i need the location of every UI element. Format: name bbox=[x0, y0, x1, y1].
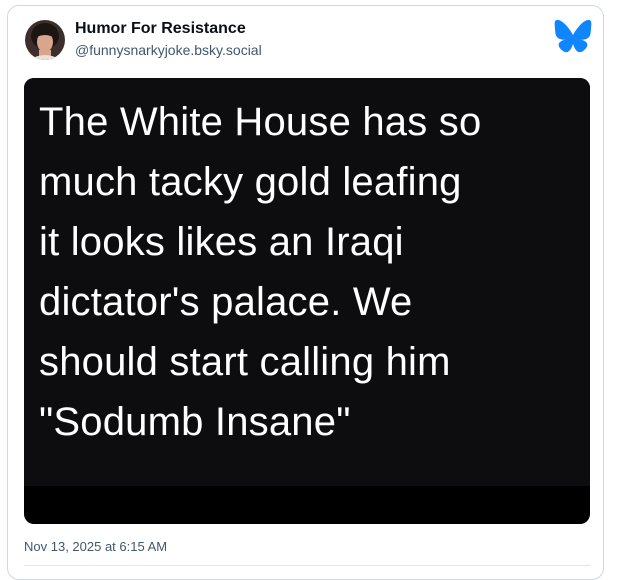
image-text-line: much tacky gold leafing bbox=[39, 160, 462, 204]
image-text-line: dictator's palace. We bbox=[39, 280, 413, 324]
image-text-line: should start calling him bbox=[39, 340, 451, 384]
post-card: Humor For Resistance @funnysnarkyjoke.bs… bbox=[7, 5, 604, 580]
image-text-line: "Sodumb Insane" bbox=[39, 400, 351, 444]
post-image[interactable]: The White House has so much tacky gold l… bbox=[24, 78, 590, 524]
avatar-image bbox=[25, 20, 65, 60]
author-avatar[interactable] bbox=[25, 20, 65, 60]
image-text-line: The White House has so bbox=[39, 100, 482, 144]
image-text-line: it looks likes an Iraqi bbox=[39, 220, 404, 264]
author-name[interactable]: Humor For Resistance bbox=[75, 20, 246, 38]
post-timestamp[interactable]: Nov 13, 2025 at 6:15 AM bbox=[24, 539, 167, 554]
author-handle[interactable]: @funnysnarkyjoke.bsky.social bbox=[75, 42, 262, 58]
post-image-text: The White House has so much tacky gold l… bbox=[39, 92, 584, 452]
bluesky-butterfly-icon[interactable] bbox=[554, 19, 592, 53]
